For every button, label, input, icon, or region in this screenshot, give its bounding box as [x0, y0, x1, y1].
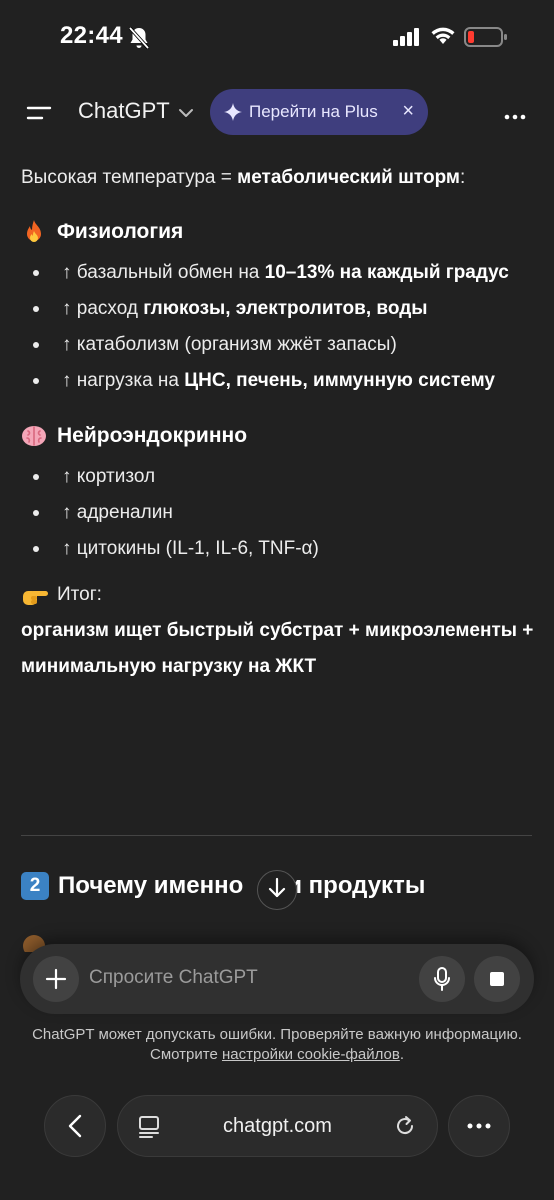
reload-icon[interactable]: [393, 1114, 417, 1143]
item-text: ↑ адреналин: [62, 502, 173, 523]
list-item: ↑ базальный обмен на 10–13% на каждый гр…: [21, 255, 541, 291]
status-bar: 22:44: [0, 0, 554, 76]
cellular-signal-icon: [393, 28, 421, 51]
status-time: 22:44: [60, 22, 123, 49]
section-2-title-end: и продукты: [287, 872, 426, 899]
arrow-down-icon: [268, 877, 286, 904]
list-item: ↑ расход глюкозы, электролитов, воды: [21, 291, 541, 327]
summary-label: Итог:: [57, 584, 102, 605]
assistant-message: Высокая температура = метаболический што…: [21, 160, 541, 685]
close-icon[interactable]: ×: [402, 99, 414, 123]
wifi-icon: [430, 26, 456, 51]
summary-text: организм ищет быстрый субстрат + микроэл…: [21, 620, 534, 677]
number-badge: 2: [21, 872, 49, 900]
item-text: ↑ нагрузка на: [62, 370, 185, 391]
physiology-title: Физиология: [57, 220, 184, 243]
stop-generating-button[interactable]: [474, 956, 520, 1002]
intro-text: Высокая температура =: [21, 167, 238, 188]
voice-input-button[interactable]: [419, 956, 465, 1002]
url-text: chatgpt.com: [223, 1115, 332, 1137]
list-item: ↑ катаболизм (организм жжёт запасы): [21, 327, 541, 363]
item-text: ↑ катаболизм (организм жжёт запасы): [62, 334, 397, 355]
upgrade-plus-button[interactable]: Перейти на Plus ×: [210, 89, 428, 135]
intro-line: Высокая температура = метаболический што…: [21, 160, 541, 196]
physiology-list: ↑ базальный обмен на 10–13% на каждый гр…: [21, 255, 541, 399]
fire-icon: [21, 219, 47, 245]
bell-muted-icon: [128, 26, 150, 55]
brain-icon: [21, 423, 47, 449]
pointing-hand-icon: [21, 584, 48, 606]
neuro-list: ↑ кортизол ↑ адреналин ↑ цитокины (IL-1,…: [21, 459, 541, 567]
section-2-title: Почему именно: [58, 872, 244, 899]
item-text: ↑ расход: [62, 298, 144, 319]
upgrade-plus-label: Перейти на Plus: [249, 102, 378, 121]
item-text: ↑ цитокины (IL-1, IL-6, TNF-α): [62, 538, 319, 559]
intro-bold: метаболический шторм: [237, 167, 460, 188]
divider: [21, 835, 532, 836]
chevron-down-icon[interactable]: [178, 106, 194, 124]
message-composer: [20, 944, 534, 1014]
model-selector-title[interactable]: ChatGPT: [78, 98, 170, 124]
stop-icon: [490, 972, 504, 986]
battery-low-icon: [464, 26, 508, 53]
app-header: ChatGPT Перейти на Plus ×: [0, 86, 554, 140]
scroll-to-bottom-button[interactable]: [257, 870, 297, 910]
list-item: ↑ нагрузка на ЦНС, печень, иммунную сист…: [21, 363, 541, 399]
browser-menu-button[interactable]: [448, 1095, 510, 1157]
microphone-icon: [434, 967, 450, 991]
more-horizontal-icon: [467, 1123, 491, 1129]
section-2-heading: 2 Почему именно и продукты: [21, 872, 425, 900]
summary-label-line: Итог:: [21, 577, 541, 613]
more-options-icon[interactable]: [504, 108, 526, 126]
item-bold: глюкозы, электролитов, воды: [143, 298, 428, 319]
list-item: ↑ адреналин: [21, 495, 541, 531]
cookie-settings-link[interactable]: настройки cookie-файлов: [222, 1046, 400, 1063]
disclaimer: ChatGPT может допускать ошибки. Проверяй…: [30, 1025, 524, 1065]
item-bold: ЦНС, печень, иммунную систему: [184, 370, 495, 391]
menu-icon[interactable]: [26, 102, 52, 124]
browser-toolbar: chatgpt.com: [0, 1090, 554, 1160]
neuro-heading: Нейроэндокринно: [21, 418, 541, 454]
item-bold: 10–13% на каждый градус: [264, 262, 509, 283]
back-button[interactable]: [44, 1095, 106, 1157]
list-item: ↑ кортизол: [21, 459, 541, 495]
prompt-input[interactable]: [89, 967, 409, 989]
chevron-left-icon: [68, 1114, 82, 1138]
plus-icon: [45, 968, 67, 990]
intro-end: :: [460, 167, 466, 188]
physiology-heading: Физиология: [21, 214, 541, 250]
list-item: ↑ цитокины (IL-1, IL-6, TNF-α): [21, 531, 541, 567]
disclaimer-end: .: [399, 1046, 404, 1063]
neuro-title: Нейроэндокринно: [57, 424, 248, 447]
item-text: ↑ кортизол: [62, 466, 156, 487]
address-bar[interactable]: chatgpt.com: [117, 1095, 438, 1157]
item-text: ↑ базальный обмен на: [62, 262, 265, 283]
sparkle-icon: [224, 103, 242, 121]
add-attachment-button[interactable]: [33, 956, 79, 1002]
